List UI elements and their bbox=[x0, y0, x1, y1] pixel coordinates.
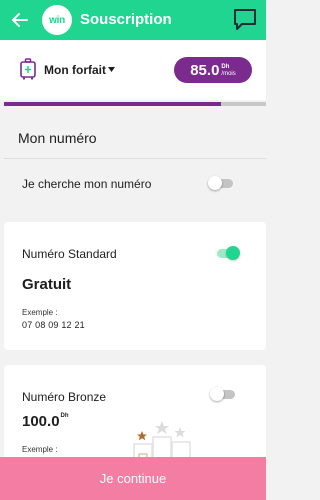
option-price: Gratuit bbox=[22, 276, 72, 293]
step-progress-fill bbox=[4, 102, 222, 106]
page-title: Souscription bbox=[80, 11, 172, 28]
example-label: Exemple : bbox=[22, 308, 58, 317]
option-name: Numéro Bronze bbox=[22, 390, 107, 404]
option-name: Numéro Standard bbox=[22, 247, 117, 261]
win-logo: win bbox=[42, 5, 72, 35]
option-price-value: 100.0 bbox=[22, 413, 60, 430]
plan-dropdown[interactable]: Mon forfait bbox=[44, 63, 106, 77]
continue-button[interactable]: Je continue bbox=[0, 457, 266, 500]
plan-period: /mois bbox=[221, 70, 236, 77]
section-title: Mon numéro bbox=[18, 130, 97, 146]
option-price-currency: Dh bbox=[60, 413, 69, 419]
caret-down-icon[interactable] bbox=[108, 67, 115, 72]
plan-selector-row: Mon forfait 85.0 Dh /mois bbox=[0, 40, 266, 100]
plan-currency: Dh bbox=[221, 63, 230, 70]
search-number-toggle[interactable] bbox=[208, 176, 234, 190]
arrow-left-icon[interactable] bbox=[10, 10, 30, 30]
suitcase-icon bbox=[20, 58, 36, 80]
plan-price: 85.0 bbox=[190, 61, 220, 79]
logo-text: win bbox=[49, 14, 65, 26]
number-option-standard[interactable]: Numéro Standard Gratuit Exemple : 07 08 … bbox=[4, 222, 266, 350]
bronze-option-toggle[interactable] bbox=[210, 387, 236, 401]
example-number: 07 08 09 12 21 bbox=[22, 320, 85, 330]
plan-price-badge: 85.0 Dh /mois bbox=[174, 57, 252, 83]
section-divider bbox=[4, 158, 266, 159]
step-progress-bar bbox=[4, 102, 266, 106]
standard-option-toggle[interactable] bbox=[214, 246, 240, 260]
chat-bubble-icon[interactable] bbox=[232, 7, 258, 33]
search-number-label: Je cherche mon numéro bbox=[22, 177, 152, 191]
app-header: win Souscription bbox=[0, 0, 266, 40]
option-price: 100.0Dh bbox=[22, 413, 69, 430]
example-label: Exemple : bbox=[22, 445, 58, 454]
